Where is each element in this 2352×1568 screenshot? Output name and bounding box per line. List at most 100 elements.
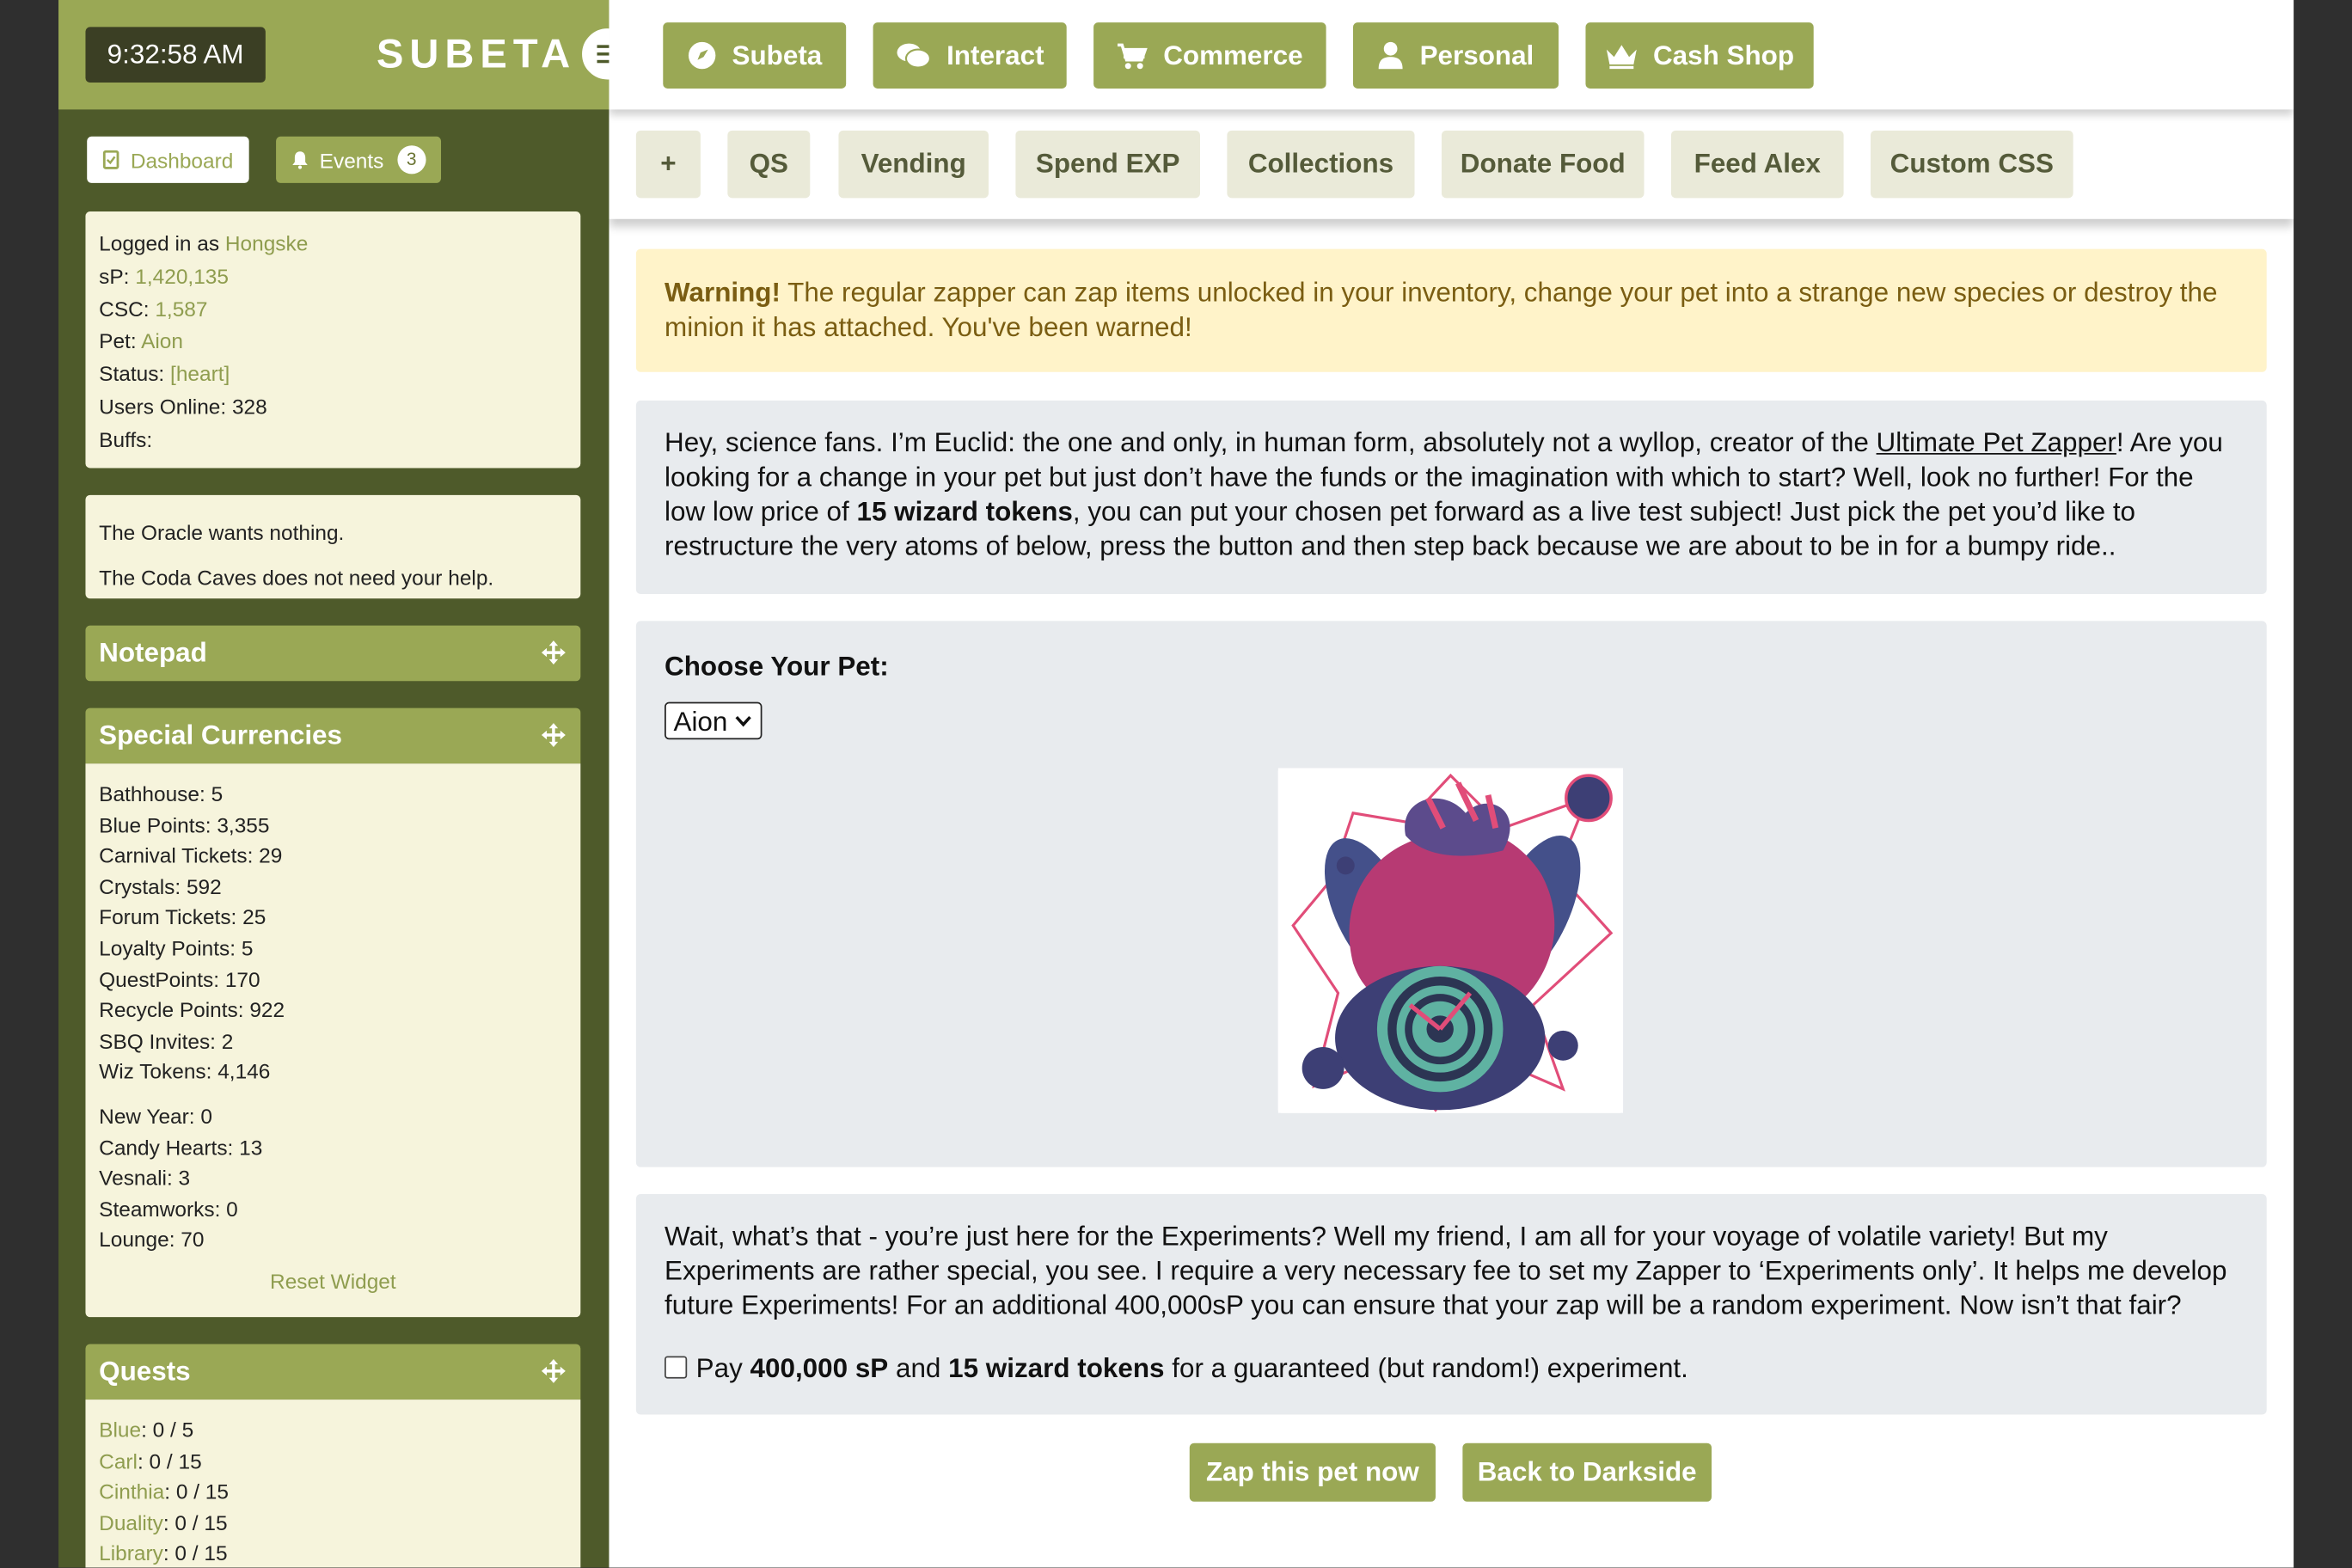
quests-header[interactable]: Quests [85,1344,581,1400]
nav-subeta[interactable]: Subeta [663,22,847,89]
csc-line: CSC: 1,587 [99,296,208,321]
quest-item: Library: 0 / 15 [99,1540,228,1565]
warning-title: Warning! [665,277,781,308]
quest-link[interactable]: Carl [99,1449,138,1473]
pet-link[interactable]: Aion [141,329,183,353]
special-currencies-header[interactable]: Special Currencies [85,707,581,764]
ultimate-pet-zapper-link[interactable]: Ultimate Pet Zapper [1877,427,2116,457]
menu-button[interactable] [582,28,609,80]
quest-item: Carl: 0 / 15 [99,1448,202,1473]
sp-line: sP: 1,420,135 [99,263,229,288]
zap-pet-button[interactable]: Zap this pet now [1189,1442,1436,1502]
quests-title: Quests [99,1356,191,1387]
pet-line: Pet: Aion [99,328,183,353]
chevron-down-icon [735,715,751,727]
quick-add-button[interactable]: + [635,130,701,199]
pet-image [1277,768,1624,1113]
quest-link[interactable]: Blue [99,1418,141,1442]
main-content: Subeta Interact Commerce Personal Cash S… [609,0,2294,1568]
cart-icon [1118,42,1148,69]
currency-item: Crystals: 592 [99,873,222,898]
buffs-line: Buffs: [99,426,153,451]
qs-button[interactable]: QS [727,130,811,199]
reset-widget-link[interactable]: Reset Widget [99,1269,567,1293]
user-info-panel: Logged in as Hongske sP: 1,420,135 CSC: … [85,211,581,469]
nav-personal[interactable]: Personal [1352,22,1559,89]
notepad-widget-header[interactable]: Notepad [85,625,581,682]
compass-icon [688,41,716,70]
vending-button[interactable]: Vending [838,130,989,199]
event-currency-item: New Year: 0 [99,1104,212,1129]
move-icon[interactable] [540,1357,567,1384]
event-currency-item: Candy Hearts: 13 [99,1135,263,1160]
experiment-panel: Wait, what’s that - you’re just here for… [635,1194,2267,1415]
quest-item: Blue: 0 / 5 [99,1418,194,1442]
csc-value[interactable]: 1,587 [155,297,207,321]
oracle-message: The Oracle wants nothing. [99,520,345,545]
currency-item: Forum Tickets: 25 [99,904,266,929]
quest-link[interactable]: Duality [99,1510,163,1534]
nav-interact[interactable]: Interact [873,22,1067,89]
coda-caves-message: The Coda Caves does not need your help. [99,565,494,590]
currency-item: Loyalty Points: 5 [99,935,254,960]
dashboard-icon [102,150,119,169]
donate-food-button[interactable]: Donate Food [1441,130,1645,199]
quest-link[interactable]: Library [99,1541,163,1565]
selected-pet: Aion [673,706,728,737]
pet-portrait [1277,768,1624,1113]
event-currency-item: Steamworks: 0 [99,1197,238,1221]
experiment-checkbox[interactable] [665,1356,688,1379]
sidebar: 9:32:58 AM SUBETA Dashboard Events 3 Log… [58,0,609,1568]
notepad-title: Notepad [99,637,207,668]
pet-select[interactable]: Aion [665,701,763,740]
status-line: Status: [heart] [99,361,230,386]
currency-item: Recycle Points: 922 [99,997,285,1022]
nav-cash-shop[interactable]: Cash Shop [1585,22,1814,89]
special-currencies-panel: Bathhouse: 5 Blue Points: 3,355 Carnival… [85,763,581,1318]
move-icon[interactable] [540,639,567,665]
oracle-panel: The Oracle wants nothing. The Coda Caves… [85,494,581,599]
currency-item: Wiz Tokens: 4,146 [99,1059,271,1084]
events-count-badge: 3 [397,145,426,175]
collections-button[interactable]: Collections [1227,130,1415,199]
dashboard-label: Dashboard [130,147,234,172]
custom-css-button[interactable]: Custom CSS [1871,130,2073,199]
experiment-description: Wait, what’s that - you’re just here for… [665,1221,2227,1320]
currency-item: Bathhouse: 5 [99,781,224,806]
quest-item: Cinthia: 0 / 15 [99,1479,229,1504]
status-link[interactable]: [heart] [170,362,230,386]
user-icon [1379,41,1404,70]
spend-exp-button[interactable]: Spend EXP [1015,130,1200,199]
event-currency-item: Vesnali: 3 [99,1166,191,1191]
site-logo[interactable]: SUBETA [377,30,576,78]
warning-alert: Warning! The regular zapper can zap item… [635,248,2267,372]
events-label: Events [319,147,384,172]
currency-item: Carnival Tickets: 29 [99,843,283,867]
feed-alex-button[interactable]: Feed Alex [1670,130,1844,199]
crown-icon [1606,44,1637,69]
dashboard-button[interactable]: Dashboard [87,136,249,183]
username-link[interactable]: Hongske [225,231,308,255]
logged-in-line: Logged in as Hongske [99,230,309,255]
sp-value[interactable]: 1,420,135 [135,264,229,288]
chat-icon [897,42,931,68]
back-to-darkside-button[interactable]: Back to Darkside [1462,1442,1712,1502]
quest-item: Duality: 0 / 15 [99,1510,228,1534]
logo-bar: 9:32:58 AM SUBETA [58,0,609,110]
clock: 9:32:58 AM [85,27,266,83]
quests-panel: Blue: 0 / 5 Carl: 0 / 15 Cinthia: 0 / 15… [85,1400,581,1568]
bell-icon [292,151,308,169]
event-currency-item: Lounge: 70 [99,1227,205,1252]
choose-pet-label: Choose Your Pet: [665,651,889,682]
hamburger-icon [597,45,609,64]
secondary-nav: + QS Vending Spend EXP Collections Donat… [609,109,2294,219]
quest-link[interactable]: Cinthia [99,1479,164,1504]
events-button[interactable]: Events 3 [276,136,442,183]
experiment-option: Pay 400,000 sP and 15 wizard tokens for … [665,1351,1688,1386]
currency-item: Blue Points: 3,355 [99,812,270,837]
primary-nav: Subeta Interact Commerce Personal Cash S… [609,0,2294,110]
move-icon[interactable] [540,721,567,748]
special-currencies-title: Special Currencies [99,720,343,750]
wizard-tokens-price: 15 wizard tokens [856,496,1073,527]
nav-commerce[interactable]: Commerce [1093,22,1326,89]
